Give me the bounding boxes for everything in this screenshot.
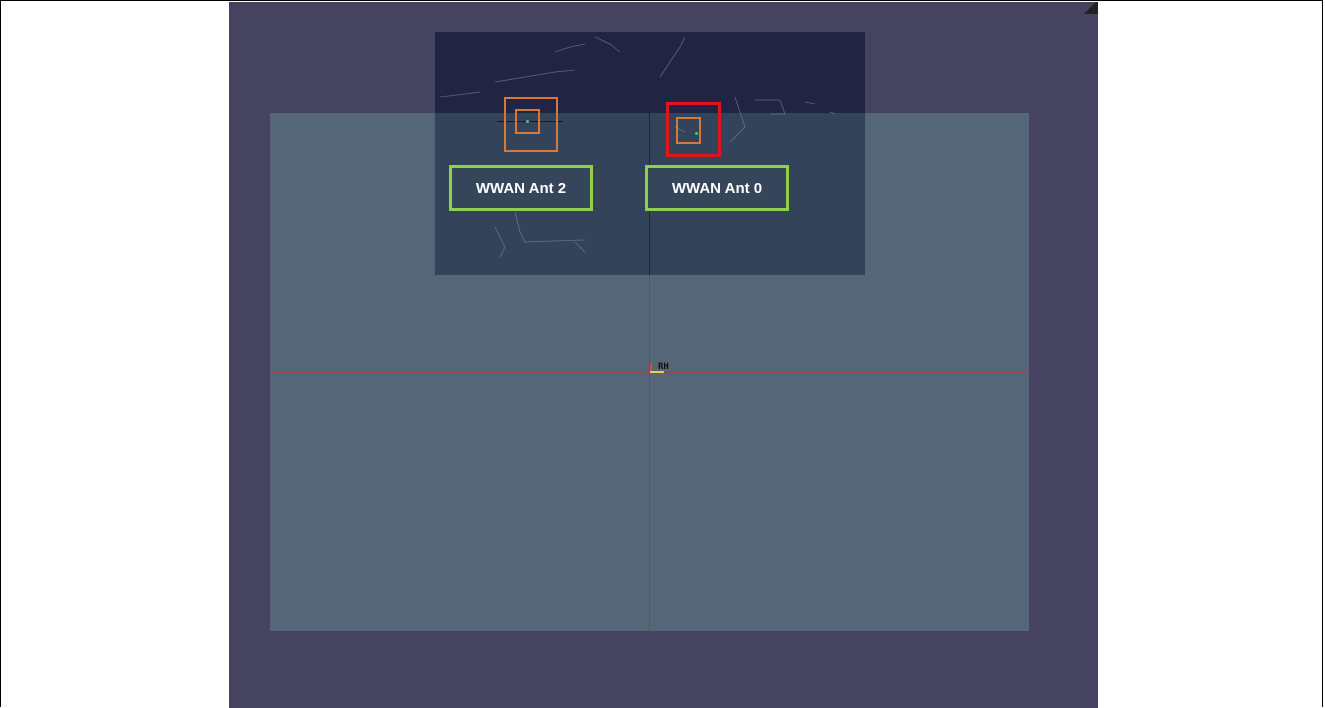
origin-label: RH [658, 362, 669, 372]
wwan-ant-2-label: WWAN Ant 2 [449, 165, 593, 211]
viewport-corner-mark [1082, 2, 1098, 14]
wwan-ant-0-label: WWAN Ant 0 [645, 165, 789, 211]
wwan-ant-0-pad[interactable] [676, 117, 701, 144]
origin-marker[interactable]: RH [650, 362, 678, 377]
wwan-ant-0-feed-point [695, 132, 698, 135]
pcb-trace-lines [439, 36, 836, 258]
wwan-ant-2-feed-point [526, 120, 529, 123]
